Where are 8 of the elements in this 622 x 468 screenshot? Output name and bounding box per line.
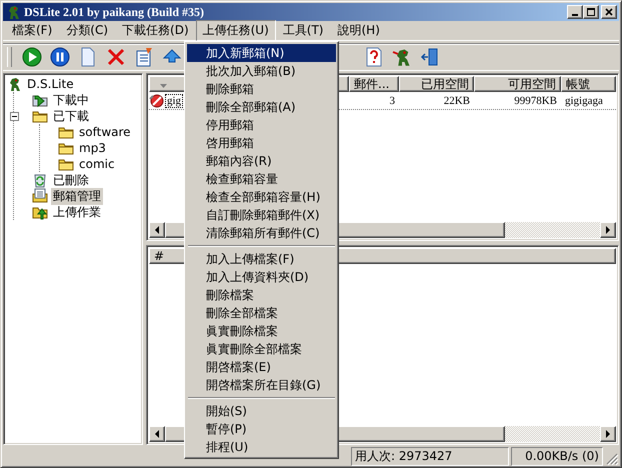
window-title: DSLite 2.01 by paikang (Build #35) [24, 4, 206, 20]
table-cell-text: 22KB [442, 94, 471, 106]
transfer-speed: 0.00KB/s (0) [511, 447, 603, 466]
status-text: 用人次: 2973427 [351, 447, 509, 466]
table-cell-text: 3 [388, 94, 396, 106]
table-cell: gig [165, 94, 184, 108]
table-cell-text: 99978KB [513, 94, 558, 106]
table-cell-text: gigigaga [564, 94, 604, 106]
